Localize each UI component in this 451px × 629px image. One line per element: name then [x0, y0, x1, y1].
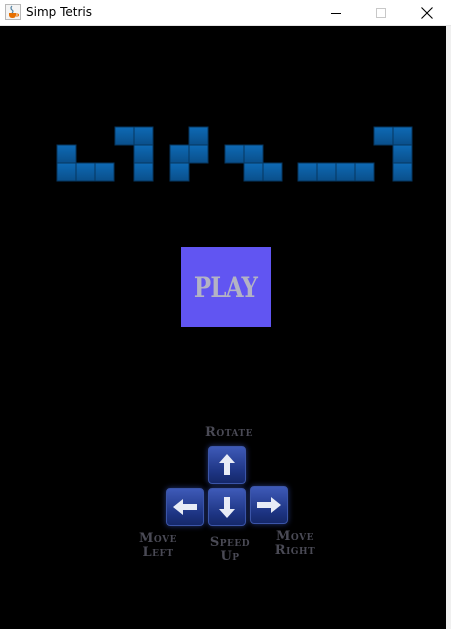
- arrow-right-icon: [257, 497, 281, 513]
- arrow-up-icon: [219, 454, 235, 475]
- close-icon: [421, 7, 433, 19]
- maximize-button[interactable]: [358, 0, 404, 26]
- move-right-key: [250, 486, 288, 524]
- arrow-left-icon: [173, 499, 197, 515]
- speed-up-label-line2: Up: [220, 549, 240, 564]
- speed-up-label-line1: Speed: [209, 535, 251, 550]
- move-left-label-line2: Left: [142, 545, 174, 560]
- tetromino-pieces-logo: [56, 126, 413, 182]
- rotate-label: Rotate: [205, 425, 253, 440]
- game-canvas: PLAY Rotate Move Left Speed Up Move Righ…: [0, 27, 446, 629]
- move-right-label-line2: Right: [274, 543, 316, 558]
- maximize-icon: [376, 8, 386, 18]
- rotate-key: [208, 446, 246, 484]
- window-title: Simp Tetris: [26, 5, 92, 19]
- move-left-label-line1: Move: [139, 531, 177, 546]
- minimize-button[interactable]: [313, 0, 359, 26]
- title-bar: Simp Tetris: [0, 0, 451, 26]
- arrow-down-icon: [219, 497, 235, 518]
- play-button-label: PLAY: [194, 270, 258, 304]
- java-cup-icon: [5, 4, 21, 20]
- window-frame-edge: [446, 26, 451, 629]
- play-button[interactable]: PLAY: [181, 247, 271, 327]
- move-left-key: [166, 488, 204, 526]
- move-right-label-line1: Move: [276, 529, 314, 544]
- speed-up-key: [208, 488, 246, 526]
- close-button[interactable]: [404, 0, 450, 26]
- minimize-icon: [331, 13, 341, 14]
